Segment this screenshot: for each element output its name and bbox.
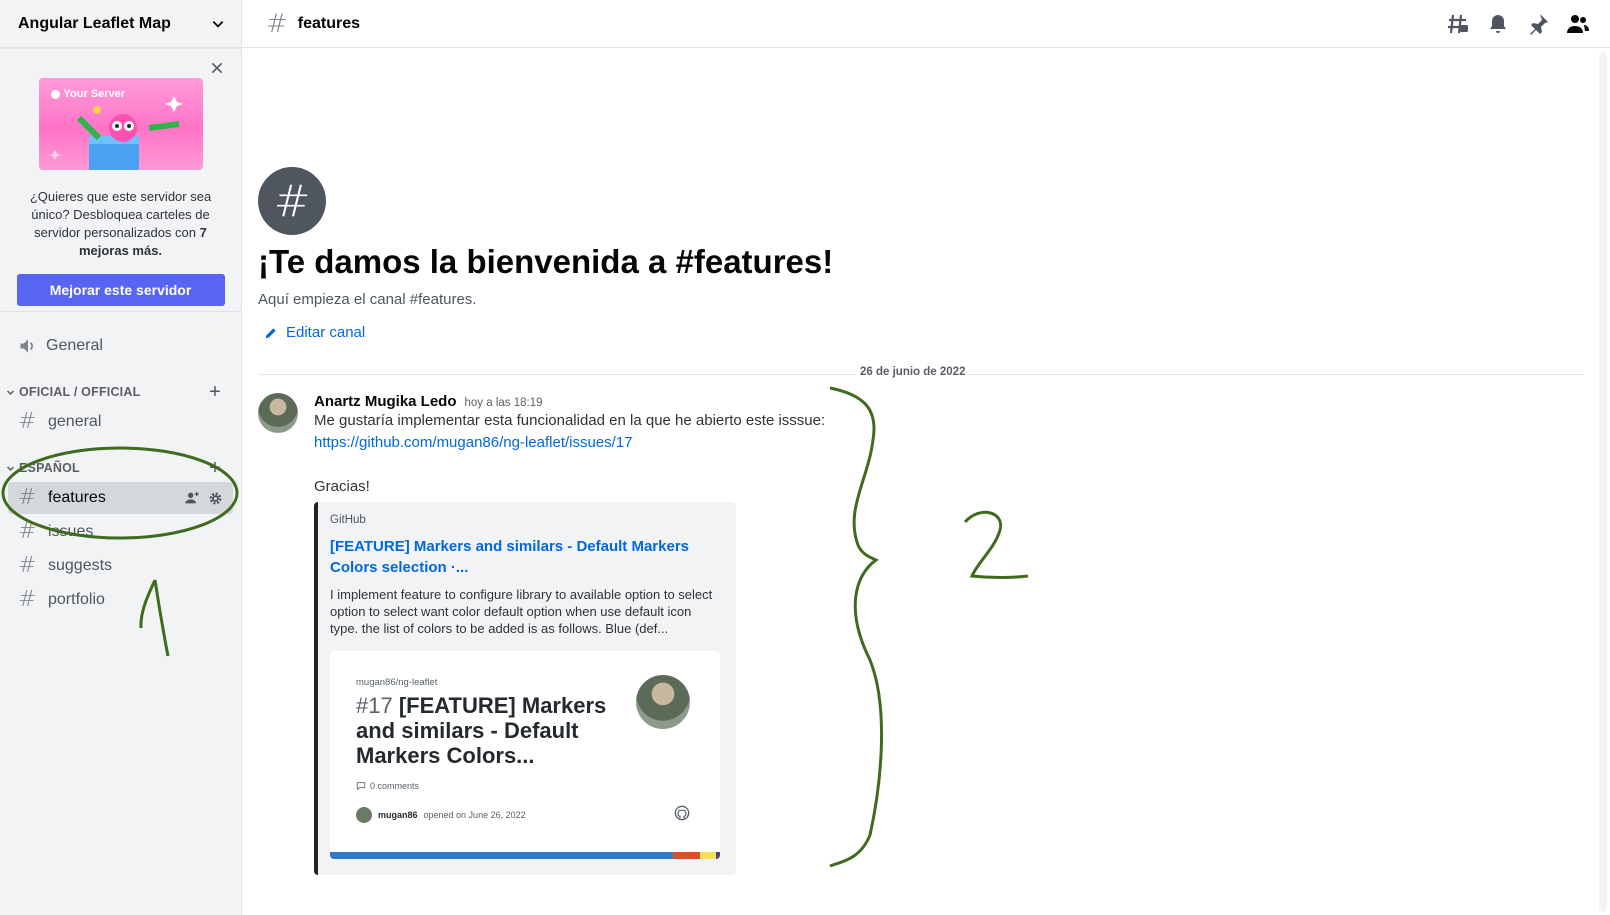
channel-suggests[interactable]: # suggests [8,550,233,582]
pin-icon[interactable] [1526,12,1550,36]
scrollbar[interactable] [1599,52,1607,912]
avatar[interactable] [258,393,298,433]
channel-features[interactable]: # features [8,482,233,514]
channel-label: general [48,413,102,430]
category-label: ESPAÑOL [19,461,80,475]
channel-label: suggests [48,557,113,574]
link-embed: GitHub [FEATURE] Markers and similars - … [314,502,736,875]
hashtag-icon: # [18,409,37,434]
chevron-down-icon [212,20,224,28]
hashtag-icon: # [18,519,37,544]
server-name: Angular Leaflet Map [18,14,171,32]
preview-footer: mugan86 opened on June 26, 2022 [356,807,526,823]
channel-header: # features [242,0,1610,48]
message-text: Me gustaría implementar esta funcionalid… [314,412,826,429]
boost-promo-card: Your Server ¿Quieres que este servidor s… [0,48,241,312]
language-segment [330,852,674,859]
threads-icon[interactable] [1446,12,1470,36]
message-body: Anartz Mugika Ledo hoy a las 18:19 Me gu… [314,393,1258,875]
server-banner-illustration: Your Server [38,78,203,170]
date-divider-label: 26 de junio de 2022 [856,366,970,378]
message-area: # ¡Te damos la bienvenida a #features! A… [242,49,1597,915]
hashtag-icon: # [18,553,37,578]
preview-title: #17 [FEATURE] Markers and similars - Def… [356,693,607,768]
preview-opened: opened on June 26, 2022 [423,810,526,820]
language-segment [700,852,717,859]
message: Anartz Mugika Ledo hoy a las 18:19 Me gu… [258,393,1258,875]
hashtag-icon: # [258,167,326,235]
message-link[interactable]: https://github.com/mugan86/ng-leaflet/is… [314,434,633,451]
hashtag-icon: # [266,8,288,39]
language-segment [673,852,701,859]
close-icon[interactable] [209,60,225,76]
edit-channel-link[interactable]: Editar canal [258,324,833,341]
channel-issues[interactable]: # issues [8,516,233,548]
message-timestamp: hoy a las 18:19 [464,397,543,409]
preview-repo: mugan86/ng-leaflet [356,677,438,688]
channel-general[interactable]: # general [8,406,233,438]
date-divider: 26 de junio de 2022 [258,366,1583,378]
voice-channel-general[interactable]: General [8,330,233,362]
chevron-down-icon [6,389,15,395]
embed-provider: GitHub [330,514,366,526]
message-author[interactable]: Anartz Mugika Ledo [314,393,457,410]
add-member-icon[interactable] [184,490,200,506]
gear-icon[interactable] [208,491,223,506]
channel-label: issues [48,523,94,540]
add-channel-icon[interactable]: + [209,381,221,404]
message-text: Gracias! [314,478,370,495]
category-oficial[interactable]: OFICIAL / OFFICIAL + [0,380,241,404]
language-bar [330,852,720,859]
channel-portfolio[interactable]: # portfolio [8,584,233,616]
bell-icon[interactable] [1486,12,1510,36]
hashtag-icon: # [18,485,37,510]
embed-description: I implement feature to configure library… [330,587,713,636]
category-espanol[interactable]: ESPAÑOL + [0,456,241,480]
chevron-down-icon [6,465,15,471]
embed-title-link[interactable]: [FEATURE] Markers and similars - Default… [330,536,720,578]
preview-user: mugan86 [378,810,418,820]
boost-description: ¿Quieres que este servidor sea único? De… [29,189,212,258]
preview-comments: 0 comments [356,781,419,791]
welcome-title: ¡Te damos la bienvenida a #features! [258,243,834,280]
speaker-icon [20,339,33,353]
edit-channel-label: Editar canal [286,324,366,341]
pencil-icon [265,327,276,338]
member-list-icon[interactable] [1566,12,1590,36]
channel-title: features [297,14,361,32]
preview-user-avatar [356,807,372,823]
channel-welcome: # ¡Te damos la bienvenida a #features! A… [258,167,833,341]
channel-label: features [48,489,106,506]
github-icon [674,805,690,821]
server-sidebar: Angular Leaflet Map Your Server ¿Quieres… [0,0,242,915]
boost-server-button[interactable]: Mejorar este servidor [16,274,225,306]
welcome-subtitle: Aquí empieza el canal #features. [258,291,477,308]
main-panel: # features # ¡Te damos la bienvenida a #… [242,0,1610,915]
header-toolbar [1446,12,1594,36]
server-header[interactable]: Angular Leaflet Map [0,0,241,48]
category-label: OFICIAL / OFFICIAL [19,385,141,399]
channel-list: General OFICIAL / OFFICIAL + # general E… [0,312,241,616]
language-segment [716,852,720,859]
add-channel-icon[interactable]: + [209,457,221,480]
hashtag-icon: # [18,587,37,612]
message-header: Anartz Mugika Ledo hoy a las 18:19 [314,393,1258,410]
comment-icon [356,782,366,791]
embed-preview-image[interactable]: mugan86/ng-leaflet #17 [FEATURE] Markers… [330,651,720,859]
preview-avatar [636,675,690,729]
channel-label: portfolio [48,591,105,608]
channel-label: General [46,337,103,354]
